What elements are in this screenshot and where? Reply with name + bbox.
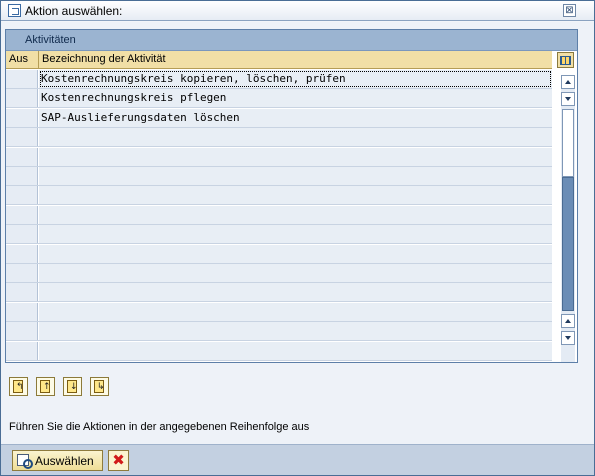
row-description-cell[interactable] xyxy=(39,147,552,166)
vertical-scrollbar[interactable] xyxy=(561,75,575,362)
row-selector[interactable] xyxy=(6,225,38,244)
scroll-page-down-icon[interactable] xyxy=(561,331,575,345)
table-row[interactable] xyxy=(6,205,552,225)
row-selector[interactable] xyxy=(6,128,38,147)
row-description-cell[interactable] xyxy=(39,341,552,360)
dialog-icon xyxy=(8,4,21,17)
table-body: Kostenrechnungskreis kopieren, löschen, … xyxy=(6,70,552,362)
row-description-cell[interactable] xyxy=(39,322,552,341)
cancel-icon: ✖ xyxy=(112,451,125,469)
row-description-text: Kostenrechnungskreis kopieren, löschen, … xyxy=(41,72,346,85)
row-description-cell[interactable] xyxy=(39,205,552,224)
row-selector[interactable] xyxy=(6,186,38,205)
dialog-footer: Auswählen ✖ xyxy=(1,444,594,475)
column-separator[interactable] xyxy=(38,51,39,69)
table-row[interactable] xyxy=(6,225,552,245)
row-selector[interactable] xyxy=(6,264,38,282)
table-row[interactable]: SAP-Auslieferungsdaten löschen xyxy=(6,108,552,128)
row-selector[interactable] xyxy=(6,147,38,166)
arrow-glyph: ↑ xyxy=(43,382,51,392)
insert-first-button[interactable]: ↰ xyxy=(9,377,28,396)
grid-settings-icon xyxy=(560,56,571,65)
dialog-content: Aktivitäten Aus Bezeichnung der Aktivitä… xyxy=(1,22,594,444)
table-row[interactable] xyxy=(6,302,552,322)
column-header-description[interactable]: Bezeichnung der Aktivität xyxy=(42,53,166,65)
table-row[interactable] xyxy=(6,128,552,148)
column-header-row: Aus Bezeichnung der Aktivität xyxy=(6,51,552,69)
action-dialog: Aktion auswählen: ⊠ Aktivitäten Aus Beze… xyxy=(0,0,595,476)
row-selector[interactable] xyxy=(6,89,38,108)
activities-table: Aktivitäten Aus Bezeichnung der Aktivitä… xyxy=(5,29,578,363)
close-icon[interactable]: ⊠ xyxy=(563,4,576,17)
row-description-cell[interactable] xyxy=(39,225,552,244)
table-title-bar: Aktivitäten xyxy=(6,30,577,51)
table-row[interactable] xyxy=(6,186,552,206)
select-icon xyxy=(17,454,33,469)
table-row[interactable] xyxy=(6,167,552,186)
insert-last-button[interactable]: ↳ xyxy=(90,377,109,396)
row-description-cell[interactable] xyxy=(39,128,552,147)
row-description-cell[interactable] xyxy=(39,264,552,282)
column-header-select[interactable]: Aus xyxy=(9,53,28,65)
row-description-cell[interactable] xyxy=(39,167,552,185)
row-description-cell[interactable]: Kostenrechnungskreis kopieren, löschen, … xyxy=(39,70,552,88)
row-description-cell[interactable] xyxy=(39,302,552,321)
scroll-thumb[interactable] xyxy=(562,177,574,311)
select-button[interactable]: Auswählen xyxy=(12,450,103,471)
table-title: Aktivitäten xyxy=(25,34,76,46)
row-selector[interactable] xyxy=(6,244,38,263)
table-row[interactable]: Kostenrechnungskreis pflegen xyxy=(6,89,552,109)
title-bar: Aktion auswählen: ⊠ xyxy=(1,1,594,21)
table-row[interactable] xyxy=(6,244,552,264)
row-selector[interactable] xyxy=(6,167,38,185)
row-description-cell[interactable]: Kostenrechnungskreis pflegen xyxy=(39,89,552,108)
cancel-button[interactable]: ✖ xyxy=(108,450,129,471)
dialog-title: Aktion auswählen: xyxy=(25,4,123,18)
select-button-label: Auswählen xyxy=(35,454,94,468)
row-description-cell[interactable]: SAP-Auslieferungsdaten löschen xyxy=(39,108,552,127)
table-row[interactable] xyxy=(6,147,552,167)
table-settings-button[interactable] xyxy=(557,52,574,68)
hint-text: Führen Sie die Aktionen in der angegeben… xyxy=(9,421,310,433)
row-description-cell[interactable] xyxy=(39,186,552,205)
row-description-cell[interactable] xyxy=(39,244,552,263)
row-selector[interactable] xyxy=(6,205,38,224)
move-down-button[interactable]: ↓ xyxy=(63,377,82,396)
row-description-text: SAP-Auslieferungsdaten löschen xyxy=(41,110,240,124)
table-row[interactable]: Kostenrechnungskreis kopieren, löschen, … xyxy=(6,70,552,89)
row-selector[interactable] xyxy=(6,322,38,341)
table-row[interactable] xyxy=(6,322,552,342)
arrow-glyph: ↰ xyxy=(16,382,24,392)
move-up-button[interactable]: ↑ xyxy=(36,377,55,396)
scroll-page-up-icon[interactable] xyxy=(561,314,575,328)
scroll-track xyxy=(562,109,574,177)
row-selector[interactable] xyxy=(6,302,38,321)
arrow-glyph: ↳ xyxy=(97,382,105,392)
row-description-cell[interactable] xyxy=(39,283,552,302)
row-description-text: Kostenrechnungskreis pflegen xyxy=(41,91,227,105)
scroll-down-icon[interactable] xyxy=(561,92,575,106)
row-selector[interactable] xyxy=(6,108,38,127)
row-selector[interactable] xyxy=(6,283,38,302)
table-row[interactable] xyxy=(6,341,552,361)
row-selector[interactable] xyxy=(6,341,38,360)
row-selector[interactable] xyxy=(6,70,38,88)
table-row[interactable] xyxy=(6,264,552,283)
table-row[interactable] xyxy=(6,283,552,303)
scroll-up-icon[interactable] xyxy=(561,75,575,89)
arrow-glyph: ↓ xyxy=(70,382,78,392)
